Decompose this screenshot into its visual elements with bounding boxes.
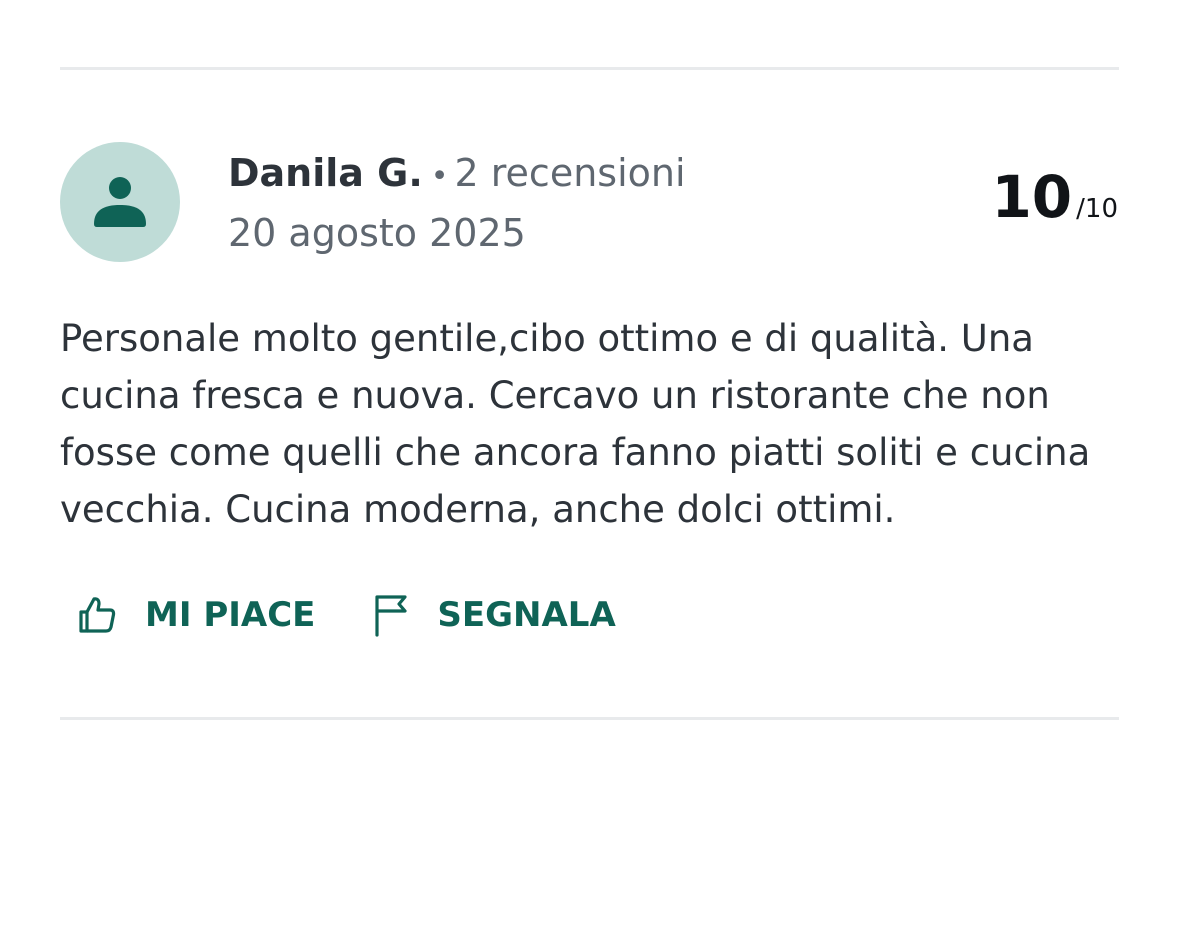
avatar: [60, 142, 180, 262]
like-label: MI PIACE: [145, 595, 316, 635]
score-max: /10: [1076, 194, 1118, 224]
review-header: Danila G. • 2 recensioni 20 agosto 2025: [228, 148, 686, 258]
review-actions: MI PIACE SEGNALA: [60, 587, 634, 643]
reviews-count: 2 recensioni: [454, 151, 686, 195]
review-date: 20 agosto 2025: [228, 211, 526, 255]
user-icon: [94, 177, 146, 227]
meta-separator: •: [430, 159, 449, 194]
report-button[interactable]: SEGNALA: [355, 587, 633, 643]
review-score: 10/10: [991, 168, 1118, 226]
author-name: Danila G.: [228, 151, 423, 195]
review-text: Personale molto gentile,cibo ottimo e di…: [60, 317, 1091, 531]
bottom-divider: [60, 717, 1119, 720]
like-button[interactable]: MI PIACE: [60, 587, 333, 643]
top-divider: [60, 67, 1119, 70]
thumbs-up-icon: [77, 595, 117, 635]
report-label: SEGNALA: [437, 595, 616, 635]
flag-icon: [373, 593, 409, 637]
score-value: 10: [991, 163, 1073, 231]
